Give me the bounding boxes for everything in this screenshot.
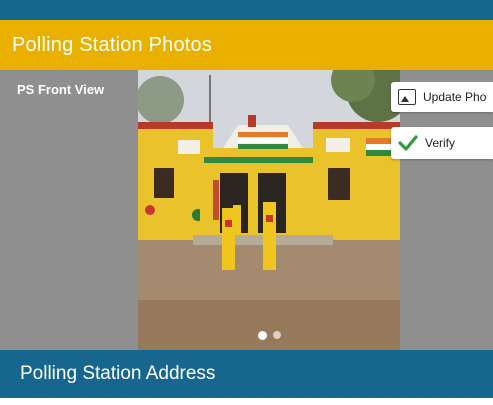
update-photo-button[interactable]: Update Pho — [391, 82, 493, 112]
carousel-dot[interactable] — [272, 331, 281, 339]
carousel-dots — [138, 331, 400, 340]
photo-image — [138, 70, 400, 350]
photos-section-title: Polling Station Photos — [12, 33, 213, 56]
photo-label: PS Front View — [17, 82, 105, 97]
address-section-title: Polling Station Address — [20, 363, 216, 384]
top-app-bar — [0, 0, 493, 20]
update-photo-label: Update Pho — [423, 90, 487, 104]
photos-section-header: Polling Station Photos — [0, 20, 493, 70]
image-icon — [398, 89, 416, 105]
photo-panel: PS Front View Update Pho Verify — [0, 70, 493, 350]
carousel-dot-active[interactable] — [257, 331, 267, 340]
verify-label: Verify — [425, 136, 456, 150]
verify-button[interactable]: Verify — [391, 127, 493, 159]
polling-station-photo[interactable] — [138, 70, 400, 350]
checkmark-icon — [398, 135, 418, 151]
address-section-header[interactable]: Polling Station Address — [0, 350, 493, 398]
